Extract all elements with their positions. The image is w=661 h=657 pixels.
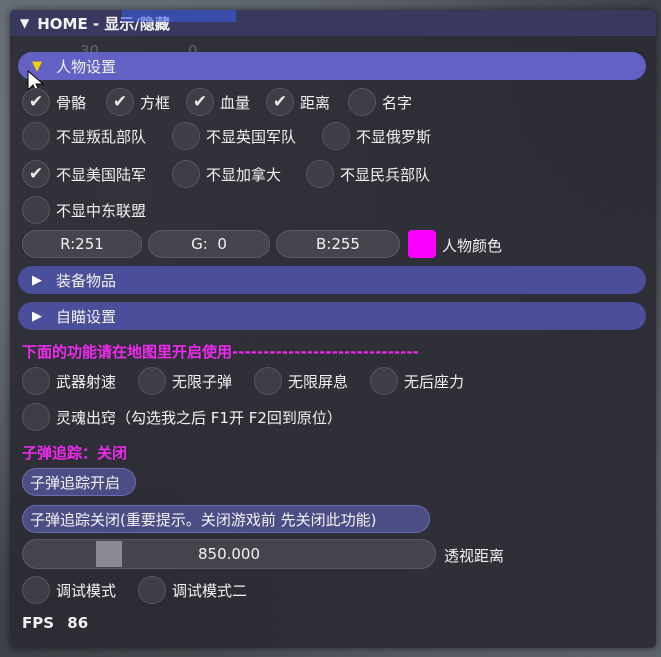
- check-icon: [106, 88, 134, 116]
- color-b-value: B:255: [316, 235, 360, 253]
- title-highlight: [122, 10, 236, 22]
- checkbox-label: 不显美国陆军: [56, 165, 147, 184]
- checkbox-soul-out[interactable]: 灵魂出窍（勾选我之后 F1开 F2回到原位）: [22, 403, 342, 431]
- checkbox-label: 灵魂出窍（勾选我之后 F1开 F2回到原位）: [56, 408, 342, 427]
- cheat-menu-window: ▼ HOME - 显示/隐藏 30 0 ▼ 人物设置 骨骼 方框 血量 距离 名…: [10, 10, 656, 648]
- section-header-equipment[interactable]: ▶ 装备物品: [18, 266, 646, 294]
- checkbox-hide-us-army[interactable]: 不显美国陆军: [22, 160, 146, 188]
- button-label: 子弹追踪关闭(重要提示。关闭游戏前 先关闭此功能): [30, 510, 377, 529]
- window-titlebar[interactable]: ▼ HOME - 显示/隐藏: [10, 10, 656, 36]
- check-icon: [254, 367, 282, 395]
- color-label: 人物颜色: [442, 237, 503, 255]
- view-distance-label: 透视距离: [444, 547, 505, 565]
- fps-label: FPS: [22, 614, 55, 632]
- checkbox-label: 武器射速: [56, 372, 117, 391]
- checkbox-hide-russia[interactable]: 不显俄罗斯: [322, 122, 431, 150]
- checkbox-label: 距离: [300, 93, 331, 112]
- bullet-tracking-off-button[interactable]: 子弹追踪关闭(重要提示。关闭游戏前 先关闭此功能): [22, 505, 430, 533]
- checkbox-health[interactable]: 血量: [186, 88, 250, 116]
- check-icon: [322, 122, 350, 150]
- check-icon: [172, 122, 200, 150]
- check-icon: [138, 576, 166, 604]
- section-title-equipment: 装备物品: [56, 271, 117, 290]
- color-swatch[interactable]: [408, 230, 436, 258]
- checkbox-skeleton[interactable]: 骨骼: [22, 88, 86, 116]
- checkbox-debug-mode-2[interactable]: 调试模式二: [138, 576, 247, 604]
- section-header-aimbot[interactable]: ▶ 自瞄设置: [18, 302, 646, 330]
- map-notice-text: 下面的功能请在地图里开启使用--------------------------…: [22, 343, 419, 361]
- checkbox-hide-militia[interactable]: 不显民兵部队: [306, 160, 430, 188]
- checkbox-name[interactable]: 名字: [348, 88, 412, 116]
- check-icon: [22, 122, 50, 150]
- check-icon: [22, 160, 50, 188]
- color-g-value: G: 0: [191, 235, 227, 253]
- check-icon: [266, 88, 294, 116]
- check-icon: [138, 367, 166, 395]
- color-r-input[interactable]: R:251: [22, 230, 142, 258]
- checkbox-label: 不显民兵部队: [340, 165, 431, 184]
- checkbox-label: 调试模式二: [172, 581, 248, 600]
- checkbox-distance[interactable]: 距离: [266, 88, 330, 116]
- check-icon: [22, 196, 50, 224]
- check-icon: [22, 367, 50, 395]
- checkbox-label: 名字: [382, 93, 413, 112]
- check-icon: [186, 88, 214, 116]
- bullet-tracking-on-button[interactable]: 子弹追踪开启: [22, 468, 136, 496]
- checkbox-label: 不显俄罗斯: [356, 127, 432, 146]
- collapse-triangle-icon[interactable]: ▼: [20, 16, 29, 30]
- check-icon: [22, 403, 50, 431]
- checkbox-label: 不显英国军队: [206, 127, 297, 146]
- collapsed-arrow-icon: ▶: [32, 308, 42, 324]
- checkbox-label: 不显加拿大: [206, 165, 282, 184]
- checkbox-label: 不显中东联盟: [56, 201, 147, 220]
- check-icon: [22, 88, 50, 116]
- check-icon: [348, 88, 376, 116]
- check-icon: [172, 160, 200, 188]
- check-icon: [306, 160, 334, 188]
- slider-handle[interactable]: [96, 541, 122, 567]
- section-title-aimbot: 自瞄设置: [56, 307, 117, 326]
- section-title-character: 人物设置: [56, 57, 117, 76]
- slider-value: 850.000: [197, 545, 261, 563]
- fps-value: 86: [67, 614, 89, 632]
- collapsed-arrow-icon: ▶: [32, 272, 42, 288]
- color-b-input[interactable]: B:255: [276, 230, 400, 258]
- checkbox-label: 调试模式: [56, 581, 117, 600]
- fps-counter: FPS 86: [22, 614, 88, 632]
- color-r-value: R:251: [60, 235, 104, 253]
- checkbox-label: 方框: [140, 93, 171, 112]
- color-g-input[interactable]: G: 0: [148, 230, 270, 258]
- checkbox-no-recoil[interactable]: 无后座力: [370, 367, 464, 395]
- check-icon: [22, 576, 50, 604]
- bullet-tracking-status: 子弹追踪：关闭: [22, 444, 128, 462]
- button-label: 子弹追踪开启: [30, 473, 121, 492]
- check-icon: [370, 367, 398, 395]
- checkbox-fire-rate[interactable]: 武器射速: [22, 367, 116, 395]
- checkbox-label: 无限子弹: [172, 372, 233, 391]
- checkbox-infinite-breath[interactable]: 无限屏息: [254, 367, 348, 395]
- checkbox-hide-rebels[interactable]: 不显叛乱部队: [22, 122, 146, 150]
- checkbox-label: 骨骼: [56, 93, 87, 112]
- checkbox-hide-canada[interactable]: 不显加拿大: [172, 160, 281, 188]
- checkbox-infinite-ammo[interactable]: 无限子弹: [138, 367, 232, 395]
- checkbox-hide-british[interactable]: 不显英国军队: [172, 122, 296, 150]
- checkbox-label: 无后座力: [404, 372, 465, 391]
- checkbox-label: 不显叛乱部队: [56, 127, 147, 146]
- checkbox-box[interactable]: 方框: [106, 88, 170, 116]
- checkbox-label: 无限屏息: [288, 372, 349, 391]
- checkbox-hide-middle-east[interactable]: 不显中东联盟: [22, 196, 146, 224]
- view-distance-slider[interactable]: 850.000: [22, 539, 436, 569]
- checkbox-debug-mode[interactable]: 调试模式: [22, 576, 116, 604]
- checkbox-label: 血量: [220, 93, 251, 112]
- section-header-character[interactable]: ▼ 人物设置: [18, 52, 646, 80]
